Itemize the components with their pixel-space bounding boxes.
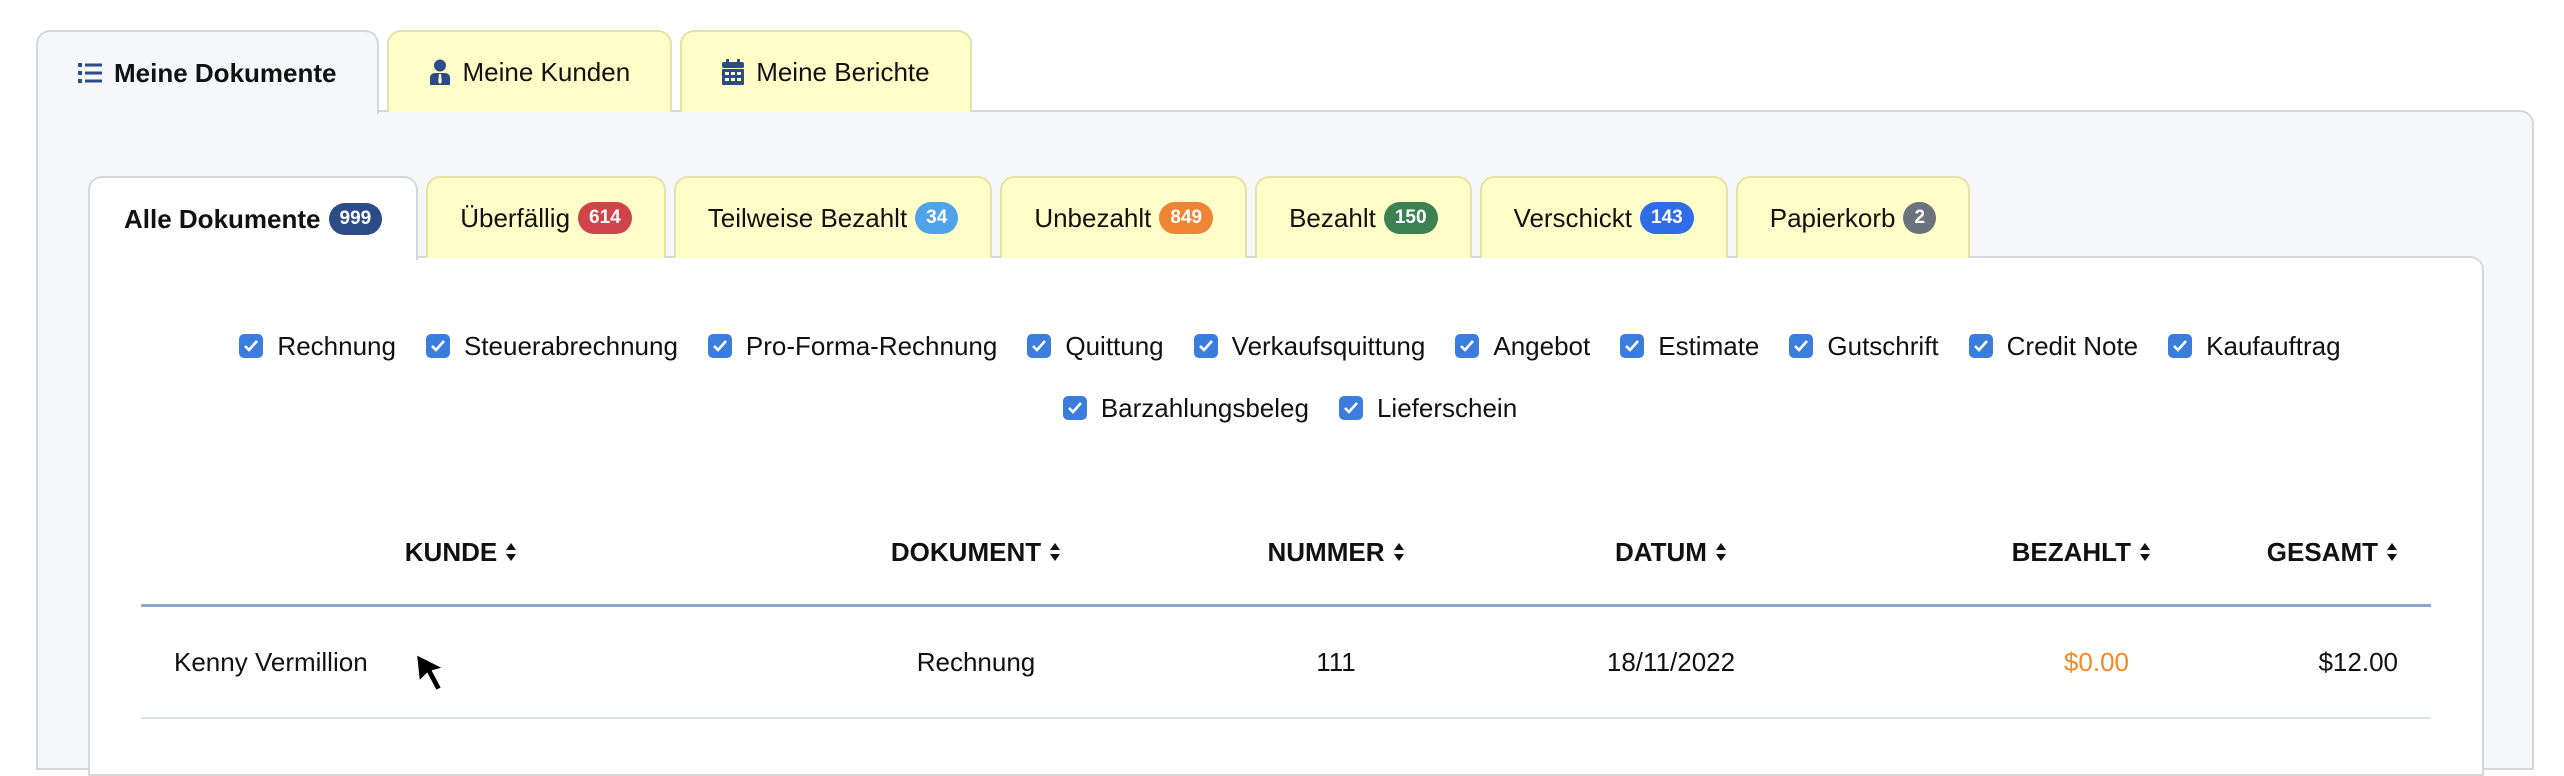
checkbox-checked-icon[interactable]: [239, 334, 264, 358]
column-header-nummer[interactable]: NUMMER: [1171, 537, 1501, 568]
checkbox-checked-icon[interactable]: [2168, 334, 2193, 358]
filter-label: Gutschrift: [1827, 330, 1939, 361]
column-label: DATUM: [1615, 536, 1707, 567]
sort-icon: [2139, 542, 2151, 562]
checkbox-checked-icon[interactable]: [425, 334, 450, 358]
column-header-gesamt[interactable]: GESAMT: [2181, 537, 2431, 568]
count-badge: 143: [1640, 202, 1694, 234]
tab-label: Verschickt: [1513, 202, 1633, 233]
count-badge: 2: [1903, 202, 1937, 234]
column-label: BEZAHLT: [2011, 536, 2131, 567]
list-icon: [78, 62, 102, 84]
filter-label: Rechnung: [277, 330, 396, 361]
filter-rechnung[interactable]: Rechnung: [239, 326, 396, 366]
filter-label: Steuerabrechnung: [463, 330, 678, 361]
tab-meine-berichte[interactable]: Meine Berichte: [680, 30, 972, 112]
column-label: KUNDE: [404, 536, 498, 567]
tab-label: Meine Dokumente: [114, 57, 337, 88]
filter-label: Credit Note: [2006, 330, 2139, 361]
user-tie-icon: [429, 59, 451, 85]
sort-icon: [505, 542, 517, 562]
mouse-cursor-icon: [414, 652, 454, 701]
checkbox-checked-icon[interactable]: [1027, 334, 1052, 358]
checkbox-checked-icon[interactable]: [1338, 396, 1363, 420]
main-tabs: Meine Dokumente Meine Kunden Meine Beric…: [36, 30, 972, 114]
column-label: GESAMT: [2266, 536, 2378, 567]
tab-label: Papierkorb: [1769, 202, 1896, 233]
checkbox-checked-icon[interactable]: [707, 334, 732, 358]
count-badge: 614: [578, 202, 632, 234]
sort-icon: [1049, 542, 1061, 562]
sort-icon: [2386, 542, 2398, 562]
column-label: NUMMER: [1267, 536, 1385, 567]
cell-kunde[interactable]: Kenny Vermillion: [141, 647, 781, 678]
tab-label: Meine Berichte: [756, 56, 930, 87]
cell-gesamt: $12.00: [2318, 646, 2398, 677]
tab-unbezahlt[interactable]: Unbezahlt 849: [1000, 176, 1248, 258]
filter-lieferschein[interactable]: Lieferschein: [1338, 388, 1518, 428]
filter-label: Pro-Forma-Rechnung: [745, 330, 998, 361]
cell-bezahlt: $0.00: [2063, 646, 2129, 677]
tab-verschickt[interactable]: Verschickt 143: [1479, 176, 1728, 258]
count-badge: 34: [915, 202, 959, 234]
tab-label: Alle Dokumente: [124, 203, 321, 234]
filter-kaufauftrag[interactable]: Kaufauftrag: [2168, 326, 2341, 366]
tab-label: Überfällig: [460, 202, 571, 233]
checkbox-checked-icon[interactable]: [1193, 334, 1218, 358]
column-header-dokument[interactable]: DOKUMENT: [781, 537, 1171, 568]
filter-quittung[interactable]: Quittung: [1027, 326, 1164, 366]
column-header-kunde[interactable]: KUNDE: [141, 537, 781, 568]
filter-label: Lieferschein: [1376, 392, 1518, 423]
filter-estimate[interactable]: Estimate: [1620, 326, 1759, 366]
count-badge: 150: [1383, 202, 1438, 234]
filter-label: Estimate: [1658, 330, 1760, 361]
sort-icon: [1393, 542, 1405, 562]
calendar-icon: [722, 59, 745, 85]
cell-nummer: 111: [1316, 646, 1356, 677]
tab-alle-dokumente[interactable]: Alle Dokumente 999: [88, 176, 419, 260]
checkbox-checked-icon[interactable]: [1968, 334, 1993, 358]
cell-datum: 18/11/2022: [1606, 646, 1736, 677]
checkbox-checked-icon[interactable]: [1789, 334, 1814, 358]
filter-pro-forma-rechnung[interactable]: Pro-Forma-Rechnung: [707, 326, 998, 366]
filter-steuerabrechnung[interactable]: Steuerabrechnung: [425, 326, 678, 366]
tab-teilweise-bezahlt[interactable]: Teilweise Bezahlt 34: [673, 176, 993, 258]
filter-label: Kaufauftrag: [2206, 330, 2341, 361]
filter-barzahlungsbeleg[interactable]: Barzahlungsbeleg: [1062, 388, 1309, 428]
documents-table: KUNDE DOKUMENT NUMMER DATUM BEZAHLT GESA…: [141, 500, 2431, 719]
tab-meine-dokumente[interactable]: Meine Dokumente: [36, 30, 379, 114]
count-badge: 999: [328, 203, 383, 235]
filter-label: Barzahlungsbeleg: [1100, 392, 1309, 423]
tab-bezahlt[interactable]: Bezahlt 150: [1255, 176, 1472, 258]
document-type-filters: Rechnung Steuerabrechnung Pro-Forma-Rech…: [140, 326, 2440, 428]
tab-label: Unbezahlt: [1034, 202, 1152, 233]
filter-credit-note[interactable]: Credit Note: [1968, 326, 2139, 366]
count-badge: 849: [1159, 202, 1214, 234]
tab-label: Teilweise Bezahlt: [707, 202, 908, 233]
sort-icon: [1715, 542, 1727, 562]
filter-label: Verkaufsquittung: [1231, 330, 1426, 361]
column-header-datum[interactable]: DATUM: [1501, 537, 1841, 568]
tab-label: Meine Kunden: [462, 56, 631, 87]
tab-meine-kunden[interactable]: Meine Kunden: [386, 30, 673, 112]
checkbox-checked-icon[interactable]: [1455, 334, 1480, 358]
filter-angebot[interactable]: Angebot: [1455, 326, 1590, 366]
column-label: DOKUMENT: [890, 536, 1042, 567]
document-status-tabs: Alle Dokumente 999 Überfällig 614 Teilwe…: [88, 176, 1971, 260]
tab-papierkorb[interactable]: Papierkorb 2: [1735, 176, 1971, 258]
tab-ueberfaellig[interactable]: Überfällig 614: [426, 176, 666, 258]
checkbox-checked-icon[interactable]: [1620, 334, 1645, 358]
table-row[interactable]: Kenny Vermillion Rechnung 111 18/11/2022…: [141, 607, 2431, 719]
column-header-bezahlt[interactable]: BEZAHLT: [1841, 537, 2181, 568]
cell-dokument: Rechnung: [916, 646, 1036, 677]
filter-label: Quittung: [1065, 330, 1164, 361]
checkbox-checked-icon[interactable]: [1062, 396, 1087, 420]
filter-gutschrift[interactable]: Gutschrift: [1789, 326, 1939, 366]
filter-label: Angebot: [1493, 330, 1591, 361]
filter-verkaufsquittung[interactable]: Verkaufsquittung: [1193, 326, 1426, 366]
table-header: KUNDE DOKUMENT NUMMER DATUM BEZAHLT GESA…: [141, 500, 2431, 607]
tab-label: Bezahlt: [1289, 202, 1376, 233]
